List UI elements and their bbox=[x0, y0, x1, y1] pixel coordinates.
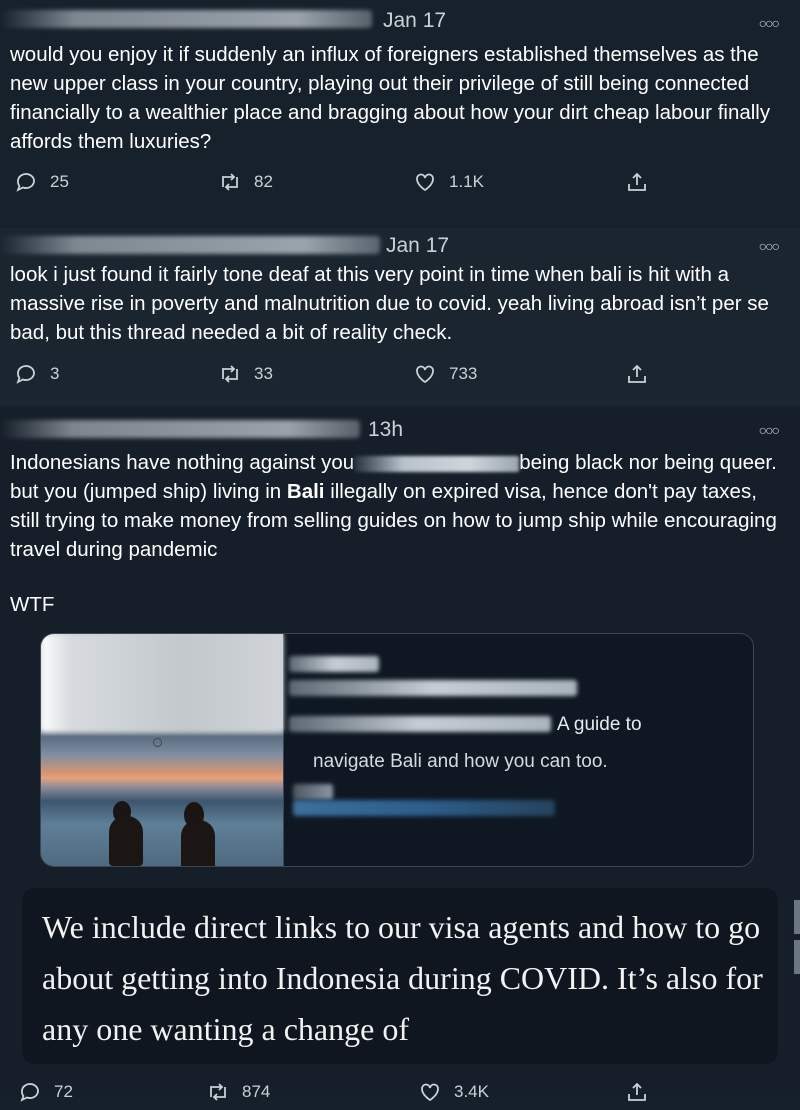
reply-count: 25 bbox=[50, 172, 69, 191]
reply-icon bbox=[16, 365, 35, 384]
share-icon bbox=[628, 172, 646, 191]
retweet-button[interactable]: 33 bbox=[218, 362, 273, 386]
card-domain-redacted bbox=[293, 784, 333, 800]
like-button[interactable]: 3.4K bbox=[418, 1080, 489, 1104]
quoted-image-text: We include direct links to our visa agen… bbox=[42, 909, 763, 1047]
tweet-date[interactable]: Jan 17 bbox=[386, 234, 449, 258]
heart-icon bbox=[416, 173, 434, 192]
share-button[interactable] bbox=[625, 362, 649, 386]
like-count: 733 bbox=[449, 364, 478, 383]
heart-icon bbox=[416, 365, 434, 384]
retweet-count: 33 bbox=[254, 364, 273, 383]
card-image bbox=[41, 634, 284, 866]
like-button[interactable]: 733 bbox=[413, 362, 477, 386]
tweet-text-bold: Bali bbox=[286, 480, 325, 503]
person-silhouette bbox=[109, 816, 143, 866]
tweet-actions: 25 82 1.1K bbox=[0, 170, 800, 200]
retweet-count: 82 bbox=[254, 172, 273, 191]
reply-button[interactable]: 25 bbox=[14, 170, 69, 194]
retweet-count: 874 bbox=[242, 1082, 271, 1101]
tweet-text: look i just found it fairly tone deaf at… bbox=[10, 263, 769, 344]
heart-icon bbox=[421, 1083, 439, 1102]
tweet-date[interactable]: 13h bbox=[368, 418, 403, 442]
author-redacted bbox=[0, 10, 372, 28]
retweet-icon bbox=[210, 1083, 226, 1101]
tweet-text: would you enjoy it if suddenly an influx… bbox=[10, 43, 771, 153]
mention-redacted bbox=[354, 455, 520, 472]
image-redacted bbox=[41, 634, 283, 732]
tweet-date[interactable]: Jan 17 bbox=[383, 9, 446, 33]
tweet-wtf: WTF bbox=[10, 593, 55, 616]
card-text-line2: navigate Bali and how you can too. bbox=[313, 751, 608, 772]
reply-count: 72 bbox=[54, 1082, 73, 1101]
reply-button[interactable]: 72 bbox=[18, 1080, 73, 1104]
share-icon bbox=[628, 364, 646, 383]
card-title-redacted bbox=[289, 716, 551, 732]
retweet-button[interactable]: 874 bbox=[206, 1080, 270, 1104]
more-icon[interactable]: ○○○ bbox=[759, 422, 780, 438]
share-button[interactable] bbox=[625, 1080, 649, 1104]
like-button[interactable]: 1.1K bbox=[413, 170, 484, 194]
quoted-image[interactable]: We include direct links to our visa agen… bbox=[22, 888, 778, 1064]
author-redacted bbox=[0, 236, 380, 254]
scrollbar[interactable] bbox=[794, 900, 800, 934]
scrollbar[interactable] bbox=[794, 940, 800, 974]
share-icon bbox=[628, 1082, 646, 1101]
tweet-text-part-a: Indonesians have nothing against you bbox=[10, 451, 355, 474]
retweet-button[interactable]: 82 bbox=[218, 170, 273, 194]
reply-button[interactable]: 3 bbox=[14, 362, 59, 386]
like-count: 1.1K bbox=[449, 172, 484, 191]
card-title-redacted bbox=[289, 656, 379, 672]
card-domain-redacted bbox=[293, 800, 555, 816]
reply-icon bbox=[20, 1083, 39, 1102]
more-icon[interactable]: ○○○ bbox=[759, 15, 780, 31]
tweet-actions: 72 874 3.4K bbox=[0, 1080, 800, 1110]
like-count: 3.4K bbox=[454, 1082, 489, 1101]
retweet-icon bbox=[222, 173, 238, 191]
tweet-actions: 3 33 733 bbox=[0, 362, 800, 392]
author-redacted bbox=[0, 420, 360, 438]
reply-count: 3 bbox=[50, 364, 60, 383]
tweet-2[interactable]: Jan 17 ○○○ look i just found it fairly t… bbox=[0, 228, 800, 406]
share-button[interactable] bbox=[625, 170, 649, 194]
retweet-icon bbox=[222, 365, 238, 383]
link-preview-card[interactable]: A guide to navigate Bali and how you can… bbox=[40, 633, 754, 867]
card-title-redacted bbox=[289, 680, 577, 696]
location-pin-icon bbox=[153, 738, 162, 747]
person-silhouette bbox=[181, 820, 215, 866]
tweet-text: Indonesians have nothing against you bein… bbox=[10, 448, 785, 564]
tweet-1[interactable]: Jan 17 ○○○ would you enjoy it if suddenl… bbox=[0, 0, 800, 225]
more-icon[interactable]: ○○○ bbox=[759, 238, 780, 254]
reply-icon bbox=[16, 173, 35, 192]
card-text-line1: A guide to bbox=[557, 714, 642, 735]
